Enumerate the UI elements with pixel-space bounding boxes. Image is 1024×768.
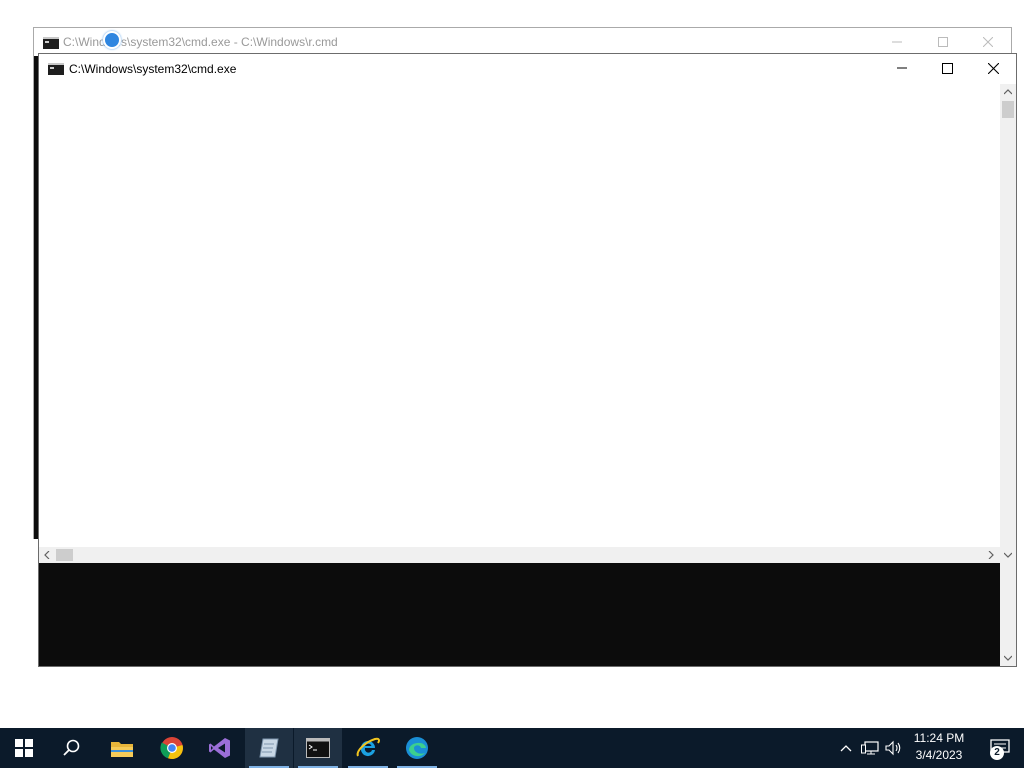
minimize-button[interactable]: [879, 54, 925, 82]
search-button[interactable]: [48, 728, 96, 768]
file-explorer-button[interactable]: [98, 728, 146, 768]
minimize-icon: [892, 41, 902, 43]
cmd-window[interactable]: C:\Windows\system32\cmd.exe: [38, 53, 1017, 667]
scrollbar-corner: [1000, 547, 1016, 563]
chrome-icon: [160, 737, 183, 760]
clock-date: 3/4/2023: [915, 748, 963, 762]
network-tray-button[interactable]: [858, 728, 882, 768]
notification-count-badge: 2: [990, 746, 1004, 760]
network-icon: [861, 741, 879, 755]
console-output-area[interactable]: [39, 563, 1000, 666]
window-title: C:\Windows\system32\cmd.exe: [69, 62, 237, 76]
internet-explorer-button[interactable]: [344, 728, 392, 768]
close-icon: [987, 62, 999, 74]
scroll-left-icon[interactable]: [44, 551, 50, 559]
minimize-button[interactable]: [874, 28, 920, 56]
close-icon: [983, 37, 993, 47]
action-center-button[interactable]: 2: [976, 728, 1024, 768]
show-hidden-icons-button[interactable]: [836, 728, 856, 768]
window-titlebar[interactable]: C:\Windows\system32\cmd.exe: [39, 54, 1016, 82]
minimize-icon: [897, 67, 907, 69]
search-icon: [63, 739, 80, 756]
chevron-up-icon: [840, 745, 852, 752]
close-button[interactable]: [970, 54, 1016, 82]
scroll-right-icon[interactable]: [988, 551, 994, 559]
console-icon: [48, 63, 64, 75]
scroll-down-icon[interactable]: [1004, 655, 1012, 661]
windows-logo-icon: [15, 739, 33, 757]
speaker-icon: [885, 740, 901, 756]
edge-button[interactable]: [393, 728, 441, 768]
visual-studio-icon: [209, 738, 230, 758]
volume-tray-button[interactable]: [882, 728, 906, 768]
app-button[interactable]: [245, 728, 293, 768]
taskbar: 11:24 PM 3/4/2023 2: [0, 728, 1024, 768]
edge-icon: [406, 737, 428, 759]
start-button[interactable]: [0, 728, 48, 768]
horizontal-scrollbar[interactable]: [39, 547, 1000, 563]
vertical-scrollbar[interactable]: [1000, 84, 1016, 547]
console-text-area[interactable]: [39, 84, 1000, 547]
clock[interactable]: 11:24 PM 3/4/2023: [906, 730, 972, 766]
maximize-button[interactable]: [920, 28, 966, 56]
clock-time: 11:24 PM: [913, 731, 965, 745]
console-vertical-scrollbar[interactable]: [1000, 563, 1016, 666]
cmd-icon: [306, 738, 330, 758]
maximize-button[interactable]: [924, 54, 970, 82]
scroll-down-icon[interactable]: [1004, 552, 1012, 558]
command-prompt-button[interactable]: [294, 728, 342, 768]
horizontal-scroll-thumb[interactable]: [56, 549, 73, 561]
folder-icon: [111, 742, 133, 757]
scroll-up-icon[interactable]: [1004, 89, 1012, 95]
maximize-icon: [938, 37, 948, 47]
chrome-button[interactable]: [148, 728, 196, 768]
background-window-titlebar[interactable]: C:\Windows\system32\cmd.exe - C:\Windows…: [34, 28, 1011, 56]
mouse-cursor-indicator: [103, 31, 121, 49]
app-icon: [259, 738, 279, 758]
vertical-scroll-thumb[interactable]: [1002, 101, 1014, 118]
close-button[interactable]: [965, 28, 1011, 56]
visual-studio-button[interactable]: [196, 728, 244, 768]
console-icon: [43, 37, 59, 49]
maximize-icon: [941, 62, 953, 74]
ie-icon: [356, 737, 380, 757]
